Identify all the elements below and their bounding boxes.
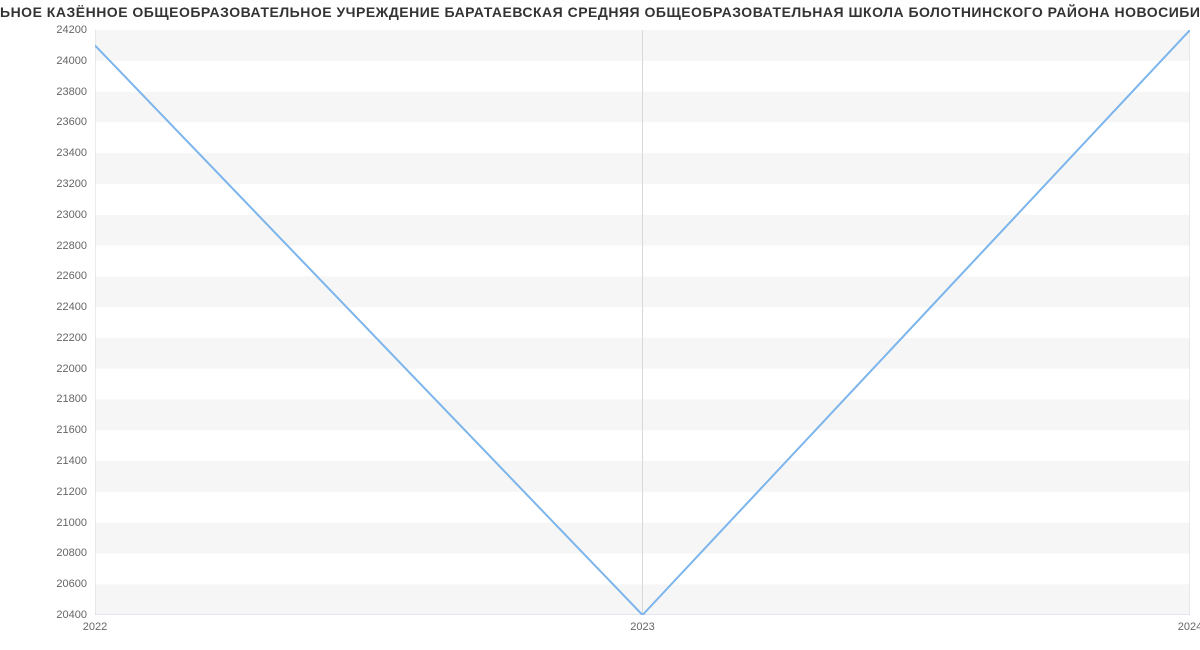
y-tick-label: 21000: [0, 517, 87, 529]
y-tick-label: 23000: [0, 209, 87, 221]
y-tick-label: 20400: [0, 609, 87, 621]
y-tick-label: 20800: [0, 547, 87, 559]
y-tick-label: 21600: [0, 424, 87, 436]
x-tick-label: 2024: [1178, 621, 1200, 633]
y-tick-label: 22000: [0, 363, 87, 375]
chart-title: ЬНОЕ КАЗЁННОЕ ОБЩЕОБРАЗОВАТЕЛЬНОЕ УЧРЕЖД…: [0, 4, 1200, 20]
y-tick-label: 23400: [0, 147, 87, 159]
y-tick-label: 23600: [0, 116, 87, 128]
y-tick-label: 21400: [0, 455, 87, 467]
chart-container: ЬНОЕ КАЗЁННОЕ ОБЩЕОБРАЗОВАТЕЛЬНОЕ УЧРЕЖД…: [0, 0, 1200, 650]
y-tick-label: 22400: [0, 301, 87, 313]
y-tick-label: 24200: [0, 24, 87, 36]
x-tick-label: 2022: [83, 621, 107, 633]
plot-area: [95, 30, 1190, 615]
y-tick-label: 22800: [0, 240, 87, 252]
y-tick-label: 22600: [0, 270, 87, 282]
y-tick-label: 21800: [0, 393, 87, 405]
y-tick-label: 22200: [0, 332, 87, 344]
y-tick-label: 21200: [0, 486, 87, 498]
y-tick-label: 23800: [0, 86, 87, 98]
x-tick-label: 2023: [630, 621, 654, 633]
y-tick-label: 20600: [0, 578, 87, 590]
y-tick-label: 23200: [0, 178, 87, 190]
y-tick-label: 24000: [0, 55, 87, 67]
